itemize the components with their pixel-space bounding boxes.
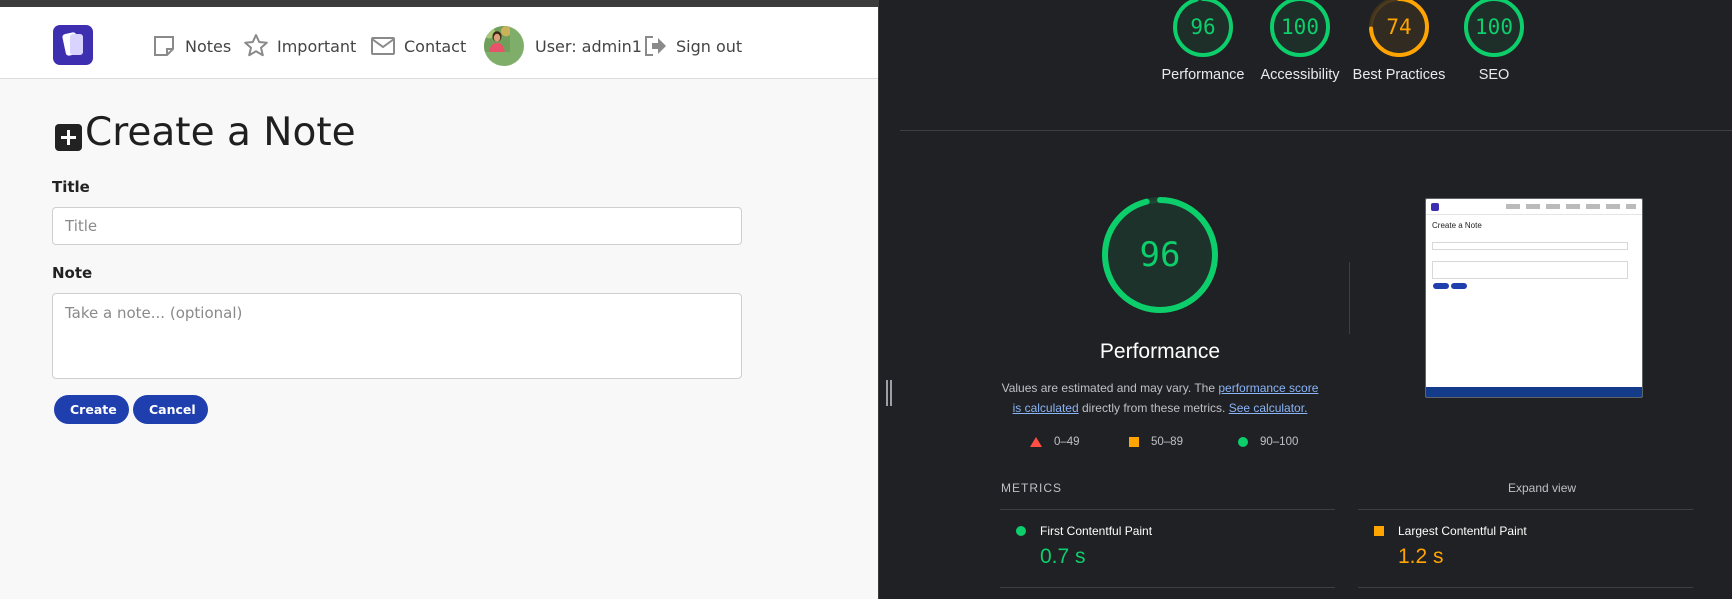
performance-big-score: 96	[1139, 235, 1181, 275]
thumb-title: Create a Note	[1432, 221, 1482, 230]
logo-page-front	[70, 34, 83, 55]
metric-value: 1.2 s	[1398, 545, 1444, 568]
thumb-create-button	[1433, 283, 1449, 289]
circle-icon	[1238, 437, 1248, 447]
gauge-label: Best Practices	[1352, 67, 1446, 83]
performance-big-gauge: 96	[1100, 195, 1220, 315]
splitter-handle-icon[interactable]	[886, 380, 892, 406]
performance-description: Values are estimated and may vary. The p…	[1000, 378, 1320, 418]
expand-view-toggle[interactable]: Expand view	[1508, 481, 1576, 495]
user-label: User: admin1	[535, 36, 642, 56]
gauge-ring: 100	[1462, 0, 1526, 59]
page-title-text: Create a Note	[85, 110, 356, 155]
navbar: Notes Important Contact User: admin1 Sig…	[0, 7, 878, 79]
legend-pass-label: 90–100	[1260, 436, 1299, 448]
note-field-label: Note	[52, 264, 93, 282]
nav-important-link[interactable]: Important	[243, 31, 356, 61]
gauge-ring: 74	[1367, 0, 1431, 59]
gauge-score: 100	[1475, 15, 1513, 39]
browser-top-strip	[0, 0, 878, 7]
metric-divider	[1358, 587, 1693, 588]
metric-label: First Contentful Paint	[1040, 524, 1153, 538]
metric-largest-contentful-paint: Largest Contentful Paint 1.2 s	[1374, 524, 1527, 569]
gauge-ring: 100	[1268, 0, 1332, 59]
legend-fail: 0–49	[1030, 436, 1080, 448]
note-icon	[154, 36, 174, 56]
plus-square-icon	[55, 124, 82, 151]
metric-divider	[1000, 509, 1335, 510]
avatar-image	[484, 26, 512, 52]
metric-label: Largest Contentful Paint	[1398, 524, 1527, 538]
nav-notes-label: Notes	[185, 36, 232, 56]
gauge-performance[interactable]: 96 Performance	[1158, 0, 1248, 85]
square-icon	[1129, 437, 1139, 447]
metrics-header: METRICS	[1001, 481, 1062, 495]
desc-middle: directly from these metrics.	[1078, 401, 1229, 415]
notes-app-pane: Notes Important Contact User: admin1 Sig…	[0, 0, 878, 599]
legend-average: 50–89	[1129, 436, 1183, 448]
thumb-footer	[1426, 387, 1642, 397]
nav-signout-label: Sign out	[676, 36, 743, 56]
gauge-score: 100	[1281, 15, 1319, 39]
nav-contact-label: Contact	[404, 36, 467, 56]
legend-fail-label: 0–49	[1054, 436, 1080, 448]
gauge-label: Performance	[1161, 67, 1245, 83]
star-icon	[244, 34, 268, 57]
thumb-note-input	[1432, 261, 1628, 279]
gauge-accessibility[interactable]: 100 Accessibility	[1255, 0, 1345, 85]
avatar	[484, 26, 524, 66]
gauge-score: 96	[1190, 15, 1216, 39]
circle-icon	[1016, 526, 1026, 536]
panel-splitter[interactable]	[878, 0, 900, 599]
page-screenshot-thumbnail[interactable]: Create a Note	[1425, 198, 1643, 398]
thumb-nav-links	[1506, 204, 1636, 209]
nav-important-label: Important	[277, 36, 357, 56]
triangle-icon	[1030, 437, 1042, 447]
section-divider	[900, 130, 1732, 131]
thumb-title-input	[1432, 242, 1628, 250]
thumb-navbar	[1426, 199, 1642, 215]
gauge-score: 74	[1386, 15, 1412, 39]
cancel-button[interactable]: Cancel	[133, 395, 208, 424]
metric-first-contentful-paint: First Contentful Paint 0.7 s	[1016, 524, 1152, 569]
gauge-label: SEO	[1478, 67, 1510, 83]
thumb-logo	[1431, 203, 1439, 211]
nav-signout-link[interactable]: Sign out	[642, 31, 742, 61]
lighthouse-report-pane: 96 Performance 100 Accessibility 74 Best…	[900, 0, 1732, 599]
title-field-label: Title	[52, 178, 90, 196]
metric-value: 0.7 s	[1040, 545, 1086, 568]
gauge-ring: 96	[1171, 0, 1235, 59]
metric-divider	[1000, 587, 1335, 588]
nav-notes-link[interactable]: Notes	[151, 31, 231, 61]
nav-contact-link[interactable]: Contact	[370, 31, 466, 61]
desc-prefix: Values are estimated and may vary. The	[1001, 381, 1219, 395]
metric-divider	[1358, 509, 1693, 510]
page-title: Create a Note	[55, 110, 356, 155]
gauge-seo[interactable]: 100 SEO	[1449, 0, 1539, 85]
create-button[interactable]: Create	[54, 395, 129, 424]
legend-average-label: 50–89	[1151, 436, 1183, 448]
app-logo[interactable]	[53, 25, 93, 65]
thumb-cancel-button	[1451, 283, 1467, 289]
legend-pass: 90–100	[1238, 436, 1298, 448]
gauge-best-practices[interactable]: 74 Best Practices	[1352, 0, 1446, 85]
note-textarea[interactable]	[52, 293, 742, 379]
sign-out-icon	[645, 36, 666, 56]
title-input[interactable]	[52, 207, 742, 245]
performance-title: Performance	[1099, 340, 1221, 363]
square-icon	[1374, 526, 1384, 536]
envelope-icon	[371, 37, 395, 55]
nav-user: User: admin1	[484, 25, 642, 67]
see-calculator-link[interactable]: See calculator.	[1229, 401, 1308, 415]
gauge-label: Accessibility	[1260, 67, 1340, 83]
vertical-divider	[1349, 262, 1350, 334]
